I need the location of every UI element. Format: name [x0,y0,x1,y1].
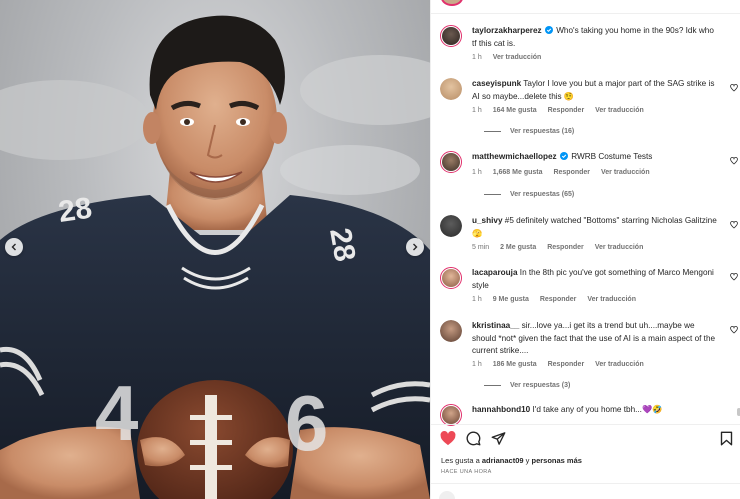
jersey-number-right: 28 [323,225,361,264]
view-replies-label: Ver respuestas (65) [510,191,575,198]
comment-text: hannahbond10 I'd take any of you home tb… [472,404,720,417]
ai-portrait-image: 28 28 4 6 [0,15,430,499]
comment-time: 1 h [472,169,482,176]
replies-dash [484,385,501,386]
view-replies-button[interactable]: Ver respuestas (16) [484,128,574,135]
username-link[interactable]: lacaparouja [472,268,518,277]
comment-meta: 5 min 2 Me gusta Responder Ver traducció… [472,244,652,251]
username-link[interactable]: matthewmichaellopez [472,152,557,161]
comment-body: #5 definitely watched "Bottoms" starring… [472,216,717,238]
comment-body: I'd take any of you home tbh...💜🤣 [532,405,663,414]
username-link[interactable]: u_shivy [472,216,503,225]
jersey-number-chest-left: 4 [95,369,138,457]
avatar[interactable] [440,151,462,173]
comment-text: lacaparouja In the 8th pic you've got so… [472,267,720,292]
comment-likes[interactable]: 164 Me gusta [493,107,537,114]
heart-outline-icon[interactable] [730,273,738,281]
comment-time: 1 h [472,54,482,61]
comment-meta: 1 h 1,668 Me gusta Responder Ver traducc… [472,169,659,176]
translate-link[interactable]: Ver traducción [601,169,650,176]
likes-summary: Les gusta a adrianact09 y personas más [441,456,582,465]
comment-time: 5 min [472,244,490,251]
comment-likes[interactable]: 1,668 Me gusta [493,169,543,176]
reply-link[interactable]: Responder [548,107,585,114]
bookmark-icon[interactable] [720,431,733,446]
owner-avatar-partial[interactable] [441,0,463,6]
heart-outline-icon[interactable] [730,221,738,229]
header-divider [431,13,740,14]
username-link[interactable]: kkristinaa__ [472,321,519,330]
avatar[interactable] [440,404,462,426]
reply-link[interactable]: Responder [540,296,577,303]
likes-middle: y [523,456,532,465]
liker-username[interactable]: adrianact09 [482,456,524,465]
chevron-left-icon [11,243,16,251]
reply-link[interactable]: Responder [548,361,585,368]
likes-others-link[interactable]: personas más [532,456,582,465]
comment-meta: 1 h 186 Me gusta Responder Ver traducció… [472,361,653,368]
translate-link[interactable]: Ver traducción [493,54,542,61]
posted-time: HACE UNA HORA [441,469,492,475]
comment-likes[interactable]: 9 Me gusta [493,296,529,303]
jersey-number-left: 28 [56,192,94,229]
comment-meta: 1 h Ver traducción [472,54,550,61]
view-replies-button[interactable]: Ver respuestas (3) [484,382,570,389]
chevron-right-icon [413,243,418,251]
comment-text: caseyispunk Taylor I love you but a majo… [472,78,720,103]
comment-meta: 1 h 164 Me gusta Responder Ver traducció… [472,107,653,114]
comment-text: u_shivy #5 definitely watched "Bottoms" … [472,215,720,240]
heart-outline-icon[interactable] [730,84,738,92]
replies-dash [484,194,501,195]
username-link[interactable]: taylorzakharperez [472,26,542,35]
emoji-button-partial[interactable] [439,491,455,499]
likes-prefix: Les gusta a [441,456,482,465]
avatar[interactable] [440,215,462,237]
username-link[interactable]: caseyispunk [472,79,521,88]
username-link[interactable]: hannahbond10 [472,405,530,414]
post-photo: 28 28 4 6 [0,0,430,499]
translate-link[interactable]: Ver traducción [595,244,644,251]
translate-link[interactable]: Ver traducción [587,296,636,303]
share-icon[interactable] [491,431,506,446]
view-replies-button[interactable]: Ver respuestas (65) [484,191,574,198]
avatar[interactable] [440,267,462,289]
comment-likes[interactable]: 186 Me gusta [493,361,537,368]
reply-link[interactable]: Responder [547,244,584,251]
avatar[interactable] [440,320,462,342]
reply-link[interactable]: Responder [553,169,590,176]
comment-box-divider [431,483,740,484]
actions-divider [431,424,740,425]
comment-body: RWRB Costume Tests [571,152,653,161]
heart-filled-icon[interactable] [440,431,456,446]
comment-text: matthewmichaellopez RWRB Costume Tests [472,151,720,164]
next-photo-button[interactable] [406,238,424,256]
heart-outline-icon[interactable] [730,157,738,165]
comment-likes[interactable]: 2 Me gusta [500,244,536,251]
translate-link[interactable]: Ver traducción [595,107,644,114]
avatar[interactable] [440,78,462,100]
comment-text: kkristinaa__ sir...love ya...i get its a… [472,320,720,358]
previous-photo-button[interactable] [5,238,23,256]
comment-time: 1 h [472,361,482,368]
comment-time: 1 h [472,296,482,303]
heart-outline-icon[interactable] [730,326,738,334]
view-replies-label: Ver respuestas (16) [510,128,575,135]
comment-meta: 1 h 9 Me gusta Responder Ver traducción [472,296,645,303]
verified-icon [544,26,553,34]
comment-time: 1 h [472,107,482,114]
avatar[interactable] [440,25,462,47]
translate-link[interactable]: Ver traducción [595,361,644,368]
view-replies-label: Ver respuestas (3) [510,382,571,389]
jersey-number-chest-right: 6 [285,379,328,467]
caption-text: taylorzakharperez Who's taking you home … [472,25,720,50]
comments-panel: taylorzakharperez Who's taking you home … [430,0,740,499]
verified-icon [559,152,568,160]
replies-dash [484,131,501,132]
comment-icon[interactable] [466,431,481,446]
